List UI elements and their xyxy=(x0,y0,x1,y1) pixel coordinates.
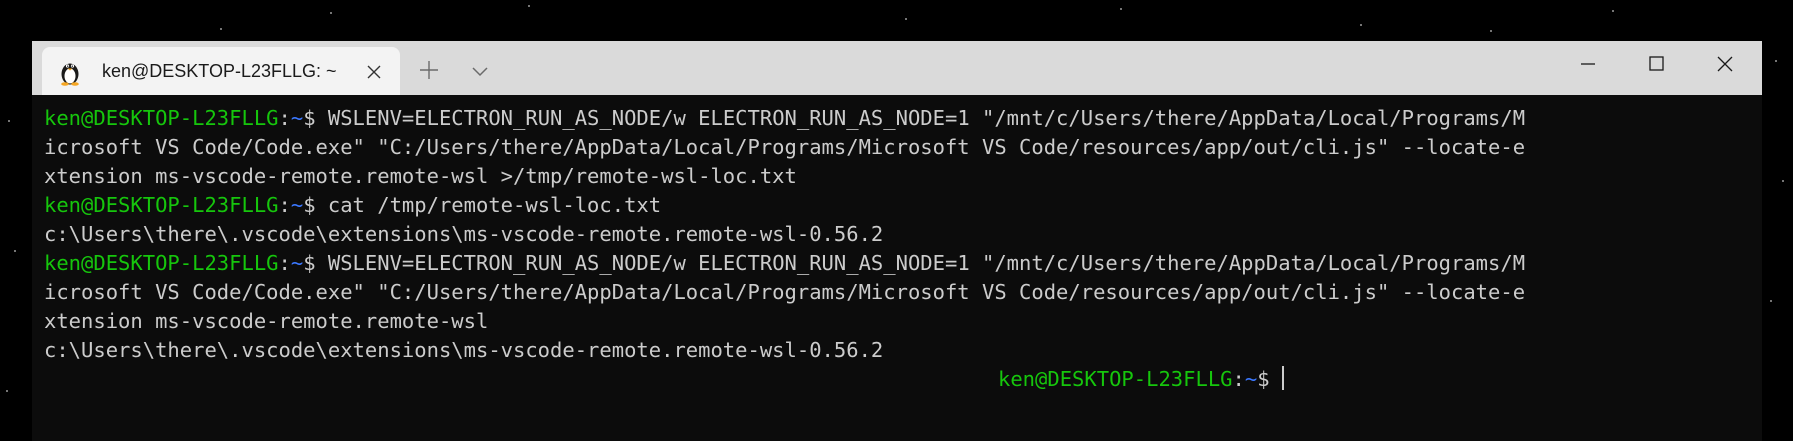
star xyxy=(14,250,16,252)
prompt-symbol: $ xyxy=(303,193,328,217)
star xyxy=(1360,24,1362,26)
star xyxy=(528,5,530,7)
prompt-path: ~ xyxy=(1244,367,1258,391)
star xyxy=(1490,30,1492,32)
terminal-output-line: icrosoft VS Code/Code.exe" "C:/Users/the… xyxy=(44,135,1526,159)
prompt-user-host: ken@DESKTOP-L23FLLG xyxy=(998,367,1233,391)
terminal-output-line: c:\Users\there\.vscode\extensions\ms-vsc… xyxy=(44,338,884,362)
prompt-symbol: $ xyxy=(1257,367,1282,391)
linux-penguin-icon xyxy=(61,63,79,86)
star xyxy=(905,18,907,20)
prompt-colon: : xyxy=(278,193,291,217)
terminal-output[interactable]: ken@DESKTOP-L23FLLG:~$ WSLENV=ELECTRON_R… xyxy=(44,104,1750,394)
command-text: cat /tmp/remote-wsl-loc.txt xyxy=(327,193,662,217)
terminal-prompt-line: ken@DESKTOP-L23FLLG:~$ WSLENV=ELECTRON_R… xyxy=(44,104,1750,133)
prompt-path: ~ xyxy=(290,193,304,217)
star xyxy=(1782,180,1784,182)
command-text: WSLENV=ELECTRON_RUN_AS_NODE/w ELECTRON_R… xyxy=(327,106,1526,130)
prompt-colon: : xyxy=(278,251,291,275)
terminal-output-line: c:\Users\there\.vscode\extensions\ms-vsc… xyxy=(44,222,884,246)
terminal-window: ken@DESKTOP-L23FLLG: ~ ken@DESKTOP-L23FL… xyxy=(32,41,1762,441)
prompt-user-host: ken@DESKTOP-L23FLLG xyxy=(44,251,279,275)
star xyxy=(8,120,10,122)
star xyxy=(1120,8,1122,10)
terminal-output-line: icrosoft VS Code/Code.exe" "C:/Users/the… xyxy=(44,280,1526,304)
minimize-icon[interactable] xyxy=(1565,48,1611,80)
text-cursor xyxy=(1281,366,1284,390)
star xyxy=(330,12,332,14)
prompt-user-host: ken@DESKTOP-L23FLLG xyxy=(44,193,279,217)
star xyxy=(1775,60,1777,62)
chevron-down-icon[interactable] xyxy=(468,59,492,83)
terminal-prompt-line: ken@DESKTOP-L23FLLG:~$ xyxy=(44,365,1750,394)
prompt-symbol: $ xyxy=(303,106,328,130)
terminal-output-line: xtension ms-vscode-remote.remote-wsl xyxy=(44,309,489,333)
close-window-icon[interactable] xyxy=(1702,48,1748,80)
terminal-output-line: xtension ms-vscode-remote.remote-wsl >/t… xyxy=(44,164,797,188)
tab-title: ken@DESKTOP-L23FLLG: ~ xyxy=(102,61,337,81)
tab-active[interactable]: ken@DESKTOP-L23FLLG: ~ xyxy=(42,47,400,95)
new-tab-plus-icon[interactable] xyxy=(416,57,442,83)
prompt-colon: : xyxy=(1232,367,1245,391)
star xyxy=(1612,10,1614,12)
terminal-prompt-line: ken@DESKTOP-L23FLLG:~$ WSLENV=ELECTRON_R… xyxy=(44,249,1750,278)
command-text: WSLENV=ELECTRON_RUN_AS_NODE/w ELECTRON_R… xyxy=(327,251,1526,275)
star xyxy=(1770,300,1772,302)
maximize-icon[interactable] xyxy=(1633,48,1679,80)
terminal-prompt-line: ken@DESKTOP-L23FLLG:~$ cat /tmp/remote-w… xyxy=(44,191,1750,220)
star xyxy=(6,390,8,392)
title-bar[interactable]: ken@DESKTOP-L23FLLG: ~ xyxy=(32,41,1762,95)
prompt-path: ~ xyxy=(290,251,304,275)
prompt-symbol: $ xyxy=(303,251,328,275)
star xyxy=(220,28,222,30)
close-tab-icon[interactable] xyxy=(364,62,384,82)
prompt-path: ~ xyxy=(290,106,304,130)
prompt-colon: : xyxy=(278,106,291,130)
prompt-user-host: ken@DESKTOP-L23FLLG xyxy=(44,106,279,130)
